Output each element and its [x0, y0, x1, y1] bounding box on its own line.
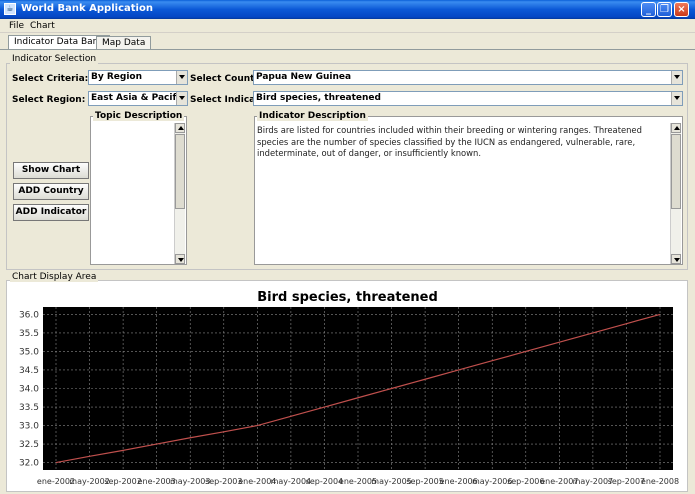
tab-bar: Indicator Data Bank Map Data — [0, 33, 695, 50]
maximize-button[interactable]: ❐ — [657, 2, 672, 17]
y-tick-label: 35.0 — [19, 347, 39, 357]
scroll-down-icon[interactable] — [671, 254, 681, 264]
topic-scrollbar[interactable] — [174, 123, 185, 264]
add-indicator-button[interactable]: ADD Indicator — [13, 204, 89, 221]
chevron-down-icon[interactable] — [176, 92, 187, 105]
scroll-up-icon[interactable] — [175, 123, 185, 133]
indicator-description-text: Birds are listed for countries included … — [257, 125, 642, 158]
tab-indicator-data-bank[interactable]: Indicator Data Bank — [8, 35, 110, 50]
indicator-description-title: Indicator Description — [257, 111, 368, 121]
scroll-up-icon[interactable] — [671, 123, 681, 133]
show-chart-button[interactable]: Show Chart — [13, 162, 89, 179]
title-bar: ☕ World Bank Application _ ❐ × — [0, 0, 695, 19]
indicator-selection-legend: Indicator Selection — [10, 54, 99, 64]
indicator-scrollbar[interactable] — [670, 123, 681, 264]
line-chart: 32.0 32.5 33.0 33.5 34.0 34.5 35.0 35.5 36.0 ene-… — [19, 307, 679, 486]
country-select-value: Papua New Guinea — [256, 72, 352, 82]
chart-title: Bird species, threatened — [257, 290, 438, 305]
scroll-thumb[interactable] — [671, 134, 681, 209]
add-country-button[interactable]: ADD Country — [13, 183, 89, 200]
chevron-down-icon[interactable] — [176, 71, 187, 84]
window-title: World Bank Application — [21, 3, 153, 14]
y-tick-label: 35.5 — [19, 329, 39, 339]
scroll-thumb[interactable] — [175, 134, 185, 209]
x-tick-label: sep-2004 — [306, 477, 343, 486]
y-tick-label: 32.0 — [19, 459, 39, 469]
y-tick-label: 32.5 — [19, 440, 39, 450]
x-tick-label: ene-2008 — [641, 477, 679, 486]
x-tick-label: sep-2005 — [406, 477, 443, 486]
x-tick-label: sep-2007 — [608, 477, 645, 486]
topic-description-panel — [90, 116, 187, 265]
y-tick-label: 34.0 — [19, 385, 39, 395]
y-tick-label: 33.0 — [19, 422, 39, 432]
region-select[interactable]: East Asia & Pacific (... — [88, 91, 188, 106]
app-icon: ☕ — [4, 3, 16, 15]
menu-file[interactable]: File — [9, 21, 24, 31]
close-button[interactable]: × — [674, 2, 689, 17]
chevron-down-icon[interactable] — [671, 92, 682, 105]
criteria-select-value: By Region — [91, 72, 143, 82]
menu-bar: File Chart — [0, 19, 695, 33]
y-tick-label: 36.0 — [19, 310, 39, 320]
tab-map-data[interactable]: Map Data — [96, 36, 152, 50]
select-criteria-label: Select Criteria: — [12, 74, 89, 84]
tab-content: Indicator Selection Select Criteria: By … — [0, 49, 695, 494]
y-tick-label: 34.5 — [19, 366, 39, 376]
criteria-select[interactable]: By Region — [88, 70, 188, 85]
scroll-down-icon[interactable] — [175, 254, 185, 264]
x-tick-label: sep-2006 — [507, 477, 544, 486]
chevron-down-icon[interactable] — [671, 71, 682, 84]
region-select-value: East Asia & Pacific (... — [91, 93, 187, 103]
menu-chart[interactable]: Chart — [30, 21, 55, 31]
indicator-description-panel: Birds are listed for countries included … — [254, 116, 683, 265]
x-tick-label: sep-2002 — [104, 477, 141, 486]
x-tick-label: sep-2003 — [205, 477, 242, 486]
indicator-select-value: Bird species, threatened — [256, 93, 381, 103]
select-region-label: Select Region: — [12, 95, 86, 105]
country-select[interactable]: Papua New Guinea — [253, 70, 683, 85]
chart-display-legend: Chart Display Area — [10, 272, 99, 282]
minimize-button[interactable]: _ — [641, 2, 656, 17]
topic-description-title: Topic Description — [93, 111, 185, 121]
indicator-select[interactable]: Bird species, threatened — [253, 91, 683, 106]
y-tick-label: 33.5 — [19, 403, 39, 413]
